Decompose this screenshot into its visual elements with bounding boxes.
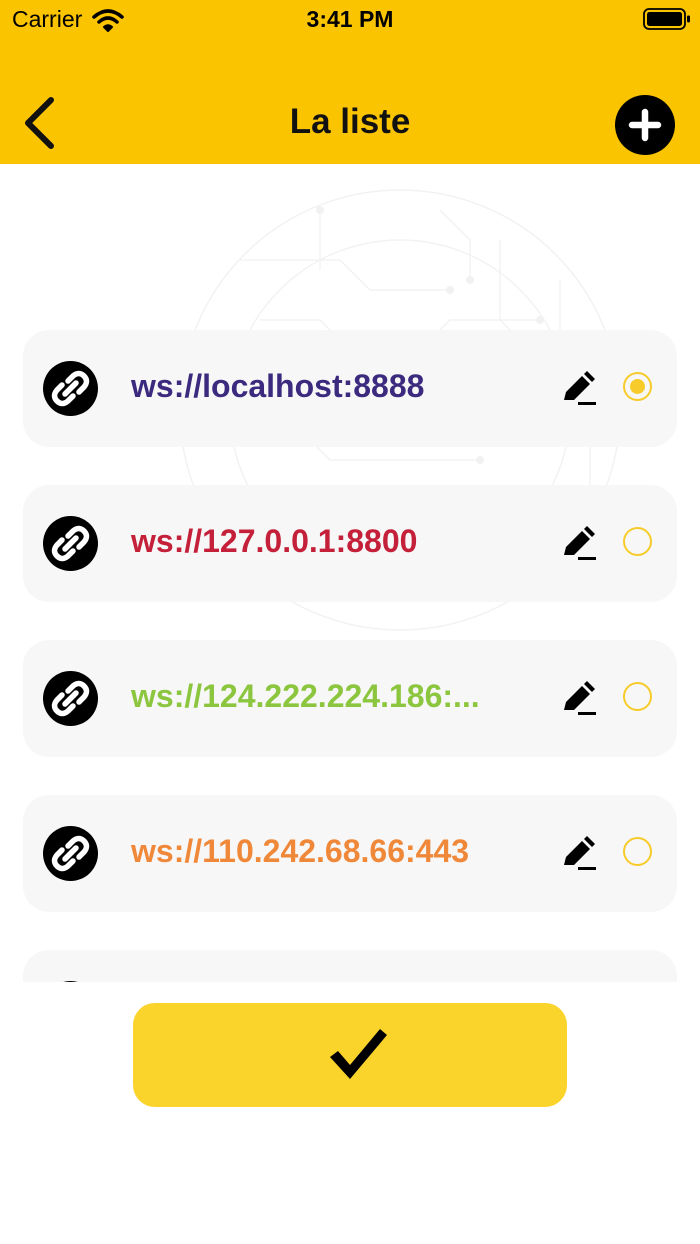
server-row[interactable]: ws://124.222.224.186:... (23, 640, 677, 757)
status-bar: Carrier 3:41 PM (0, 0, 700, 40)
pencil-icon[interactable] (560, 680, 598, 718)
server-list[interactable]: ws://localhost:8888 ws://127.0.0.1:8800 (0, 164, 700, 982)
status-time: 3:41 PM (306, 6, 394, 32)
checkmark-icon (330, 1029, 387, 1079)
server-url: ws://127.0.0.1:8800 (131, 523, 418, 559)
server-url: ws://110.242.68.66:443 (131, 833, 470, 869)
server-row-partial[interactable] (23, 950, 677, 982)
radio-button[interactable] (623, 372, 652, 401)
radio-button[interactable] (623, 837, 652, 866)
plus-icon (628, 108, 662, 142)
app-header: Carrier 3:41 PM La liste (0, 0, 700, 164)
confirm-button[interactable] (133, 1003, 567, 1107)
server-url: ws://localhost:8888 (131, 368, 425, 404)
page-title: La liste (289, 102, 411, 141)
link-icon (43, 671, 98, 726)
radio-button[interactable] (623, 527, 652, 556)
battery-icon (643, 8, 690, 30)
pencil-icon[interactable] (560, 370, 598, 408)
link-icon (43, 826, 98, 881)
server-url: ws://124.222.224.186:... (131, 678, 480, 714)
add-server-button[interactable] (615, 95, 675, 155)
server-row[interactable]: ws://localhost:8888 (23, 330, 677, 447)
server-row[interactable]: ws://127.0.0.1:8800 (23, 485, 677, 602)
radio-button[interactable] (623, 682, 652, 711)
link-icon (43, 361, 98, 416)
link-icon (43, 516, 98, 571)
server-row[interactable]: ws://110.242.68.66:443 (23, 795, 677, 912)
pencil-icon[interactable] (560, 835, 598, 873)
link-icon (43, 981, 98, 982)
pencil-icon[interactable] (560, 525, 598, 563)
